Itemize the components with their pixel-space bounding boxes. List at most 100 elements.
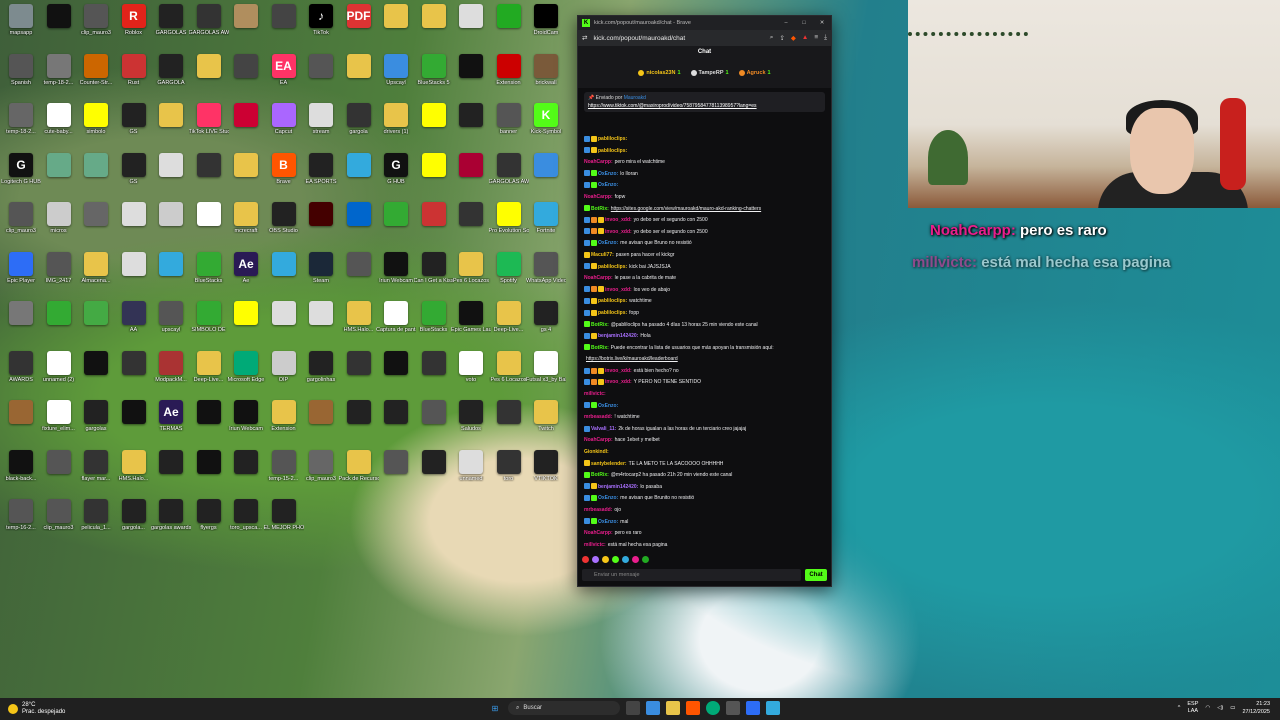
minimize-button[interactable]: – <box>777 20 795 26</box>
chat-username[interactable]: invoo_xdd: <box>605 217 632 223</box>
chevron-up-icon[interactable]: ^ <box>1178 705 1181 711</box>
desktop-icon[interactable] <box>40 301 78 327</box>
desktop-icon[interactable]: Deep-Live... <box>490 301 528 333</box>
chat-username[interactable]: pabliloclips: <box>598 310 627 316</box>
chat-username[interactable]: invoo_xdd: <box>605 287 632 293</box>
leader-entry[interactable]: nicolas23N 1 <box>638 70 681 76</box>
site-info-icon[interactable]: ⇄ <box>582 34 587 42</box>
desktop-icon[interactable]: GG HUB <box>377 152 415 185</box>
wifi-icon[interactable]: ◠ <box>1205 705 1210 711</box>
battery-icon[interactable]: ▭ <box>1230 705 1235 711</box>
desktop-icon[interactable]: clip_mauro3 <box>2 202 40 234</box>
emote-icon[interactable] <box>632 556 639 563</box>
desktop-icon[interactable] <box>452 53 490 80</box>
desktop-icon[interactable] <box>265 251 303 278</box>
desktop-icon[interactable] <box>340 152 378 179</box>
desktop-icon[interactable]: stream <box>302 103 340 135</box>
chat-username[interactable]: Maculi77: <box>591 252 614 258</box>
chat-username[interactable]: OxEnzo: <box>598 240 618 246</box>
chat-username[interactable]: benjamin142420: <box>598 333 638 339</box>
desktop-icon[interactable]: EA EA <box>265 53 303 86</box>
chat-username[interactable]: millvictc: <box>584 542 606 548</box>
desktop-icon[interactable] <box>152 103 190 129</box>
desktop-icon[interactable] <box>415 103 453 129</box>
desktop-icon[interactable]: drivers (1) <box>377 103 415 135</box>
chat-text[interactable]: https://sites.google.com/view/mauroakd/m… <box>611 206 761 212</box>
chat-username[interactable]: NoahCarpp: <box>584 275 613 281</box>
desktop-icon[interactable]: VTIKTOK <box>527 449 565 482</box>
desktop-icon[interactable] <box>340 53 378 80</box>
emote-icon[interactable] <box>602 556 609 563</box>
desktop-icon[interactable] <box>302 301 340 327</box>
desktop-icon[interactable] <box>302 202 340 228</box>
close-button[interactable]: ✕ <box>813 20 831 26</box>
desktop-icon[interactable] <box>415 400 453 426</box>
desktop-icon[interactable] <box>227 449 265 476</box>
desktop-icon[interactable] <box>40 4 78 30</box>
desktop-icon[interactable]: cute-baby... <box>40 103 78 135</box>
desktop-icon[interactable]: GS <box>115 152 153 185</box>
desktop-icon[interactable]: B Brave <box>265 152 303 185</box>
taskbar-search[interactable]: ⌕ Buscar <box>508 701 620 715</box>
pinned-link[interactable]: https://www.tiktok.com/@maxiroprod/video… <box>588 103 821 109</box>
desktop-icon[interactable]: Pack de Recursos <box>339 449 379 482</box>
address-bar[interactable]: ⇄ kick.com/popout/mauroakd/chat ⌕ ⇪ ◆ ▲ … <box>578 30 831 46</box>
desktop-icon[interactable] <box>77 202 115 228</box>
desktop-icon[interactable]: black-back... <box>2 449 40 482</box>
weather-widget[interactable]: 28°C Prac. despejado <box>8 702 65 716</box>
desktop-icon[interactable]: Upscayl <box>377 53 415 86</box>
desktop-icon[interactable] <box>265 301 303 327</box>
desktop-icon[interactable]: gargolinhas <box>302 350 340 383</box>
desktop-icon[interactable]: Almacena... <box>77 251 115 284</box>
desktop-icon[interactable]: OIP <box>265 350 303 383</box>
desktop-icon[interactable]: GARGOLAS AWARDS <box>189 4 229 36</box>
maximize-button[interactable]: □ <box>795 20 813 26</box>
desktop-icon[interactable]: Spotify <box>490 251 528 284</box>
desktop-icon[interactable]: unnamed (2) <box>40 350 78 383</box>
desktop-icon[interactable]: flyergs <box>190 499 228 531</box>
desktop-icon[interactable]: GARGOLAS AWARDS <box>489 152 529 185</box>
desktop-icon[interactable]: GS <box>115 103 153 135</box>
desktop-icon[interactable]: DroidCam <box>527 4 565 36</box>
desktop-icon[interactable]: BlueStacks <box>415 301 453 333</box>
desktop-icon[interactable]: gargolas awards <box>151 499 191 531</box>
chat-username[interactable]: OxEnzo: <box>598 403 618 409</box>
desktop-icon[interactable]: temp-15-2... <box>265 449 303 482</box>
desktop-icon[interactable]: pelicula_1... <box>77 499 115 531</box>
desktop-icon[interactable]: TikTok LIVE Studio <box>189 103 229 135</box>
desktop-icon[interactable] <box>415 202 453 228</box>
desktop-icon[interactable] <box>115 251 153 278</box>
desktop-icon[interactable]: Epic Games Launcher <box>451 301 491 333</box>
desktop-icon[interactable]: Epic Player <box>2 251 40 284</box>
desktop-icon[interactable] <box>2 301 40 327</box>
desktop-icon[interactable]: Deep-Live... <box>190 350 228 383</box>
chat-username[interactable]: BotRix: <box>591 322 609 328</box>
desktop-icon[interactable]: Spanish <box>2 53 40 86</box>
chat-username[interactable]: benjamin142420: <box>598 484 638 490</box>
desktop-icon[interactable]: toro_upsca... <box>227 499 265 531</box>
desktop-icon[interactable] <box>190 449 228 476</box>
desktop-icon[interactable]: temp-16-2... <box>2 499 40 531</box>
desktop-icon[interactable]: Counter-Str... <box>77 53 115 86</box>
brave-shields-icon[interactable]: ◆ <box>791 34 796 42</box>
chat-username[interactable]: OxEnzo: <box>598 495 618 501</box>
desktop-icon[interactable]: gargola... <box>115 499 153 531</box>
chat-username[interactable]: pabliloclips: <box>598 148 627 154</box>
desktop-icon[interactable]: Pes 6 Locazos <box>452 251 490 284</box>
desktop-icon[interactable]: HMS.Halo... <box>340 301 378 333</box>
chat-username[interactable]: pabliloclips: <box>598 264 627 270</box>
desktop-icon[interactable]: clip_mauro3 <box>77 4 115 36</box>
desktop-icon[interactable]: AA <box>115 301 153 333</box>
volume-icon[interactable]: ◁) <box>1217 705 1223 711</box>
desktop-icon[interactable]: upscayl <box>152 301 190 333</box>
desktop-icon[interactable]: BlueStacks <box>190 251 228 284</box>
chat-username[interactable]: pabliloclips: <box>598 136 627 142</box>
desktop-icon[interactable]: Ae TERMAS <box>152 400 190 432</box>
desktop-icon[interactable]: clip_mauro3 <box>302 449 340 482</box>
desktop-icon[interactable] <box>152 202 190 228</box>
chat-username[interactable]: invoo_xdd: <box>605 368 632 374</box>
emote-icon[interactable] <box>612 556 619 563</box>
menu-icon[interactable]: ≡ <box>814 34 818 42</box>
desktop-icon[interactable]: OBS Studio <box>265 202 303 234</box>
chat-username[interactable]: BotRix: <box>591 206 609 212</box>
